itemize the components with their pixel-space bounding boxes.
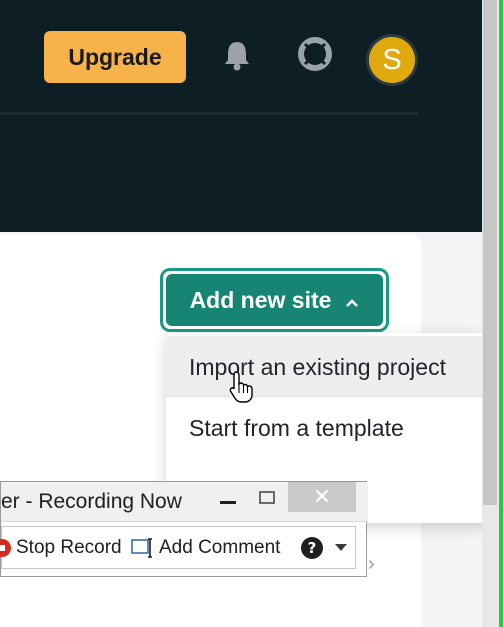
menu-divider — [166, 395, 486, 396]
add-new-site-button-inner: Add new site — [166, 274, 383, 326]
help-icon[interactable]: ? — [300, 527, 324, 568]
stop-record-label: Stop Record — [16, 536, 122, 558]
bell-icon[interactable] — [217, 36, 257, 76]
add-new-site-button[interactable]: Add new site — [160, 268, 389, 332]
lifebuoy-icon[interactable] — [295, 34, 335, 74]
svg-text:?: ? — [308, 539, 317, 557]
header-divider — [0, 112, 418, 115]
chevron-up-icon — [345, 287, 359, 314]
recorder-window: er - Recording Now ✕ Stop Record Add Com… — [0, 481, 368, 577]
menu-item-import-project[interactable]: Import an existing project — [166, 336, 486, 398]
add-new-site-label: Add new site — [189, 286, 332, 313]
top-navbar: Upgrade S — [0, 0, 482, 232]
chevron-right-icon[interactable]: › — [368, 553, 375, 576]
recorder-toolbar: Stop Record Add Comment ? — [0, 526, 356, 569]
recorder-title: er - Recording Now — [1, 490, 182, 513]
scrollbar-thumb[interactable] — [483, 0, 497, 505]
close-icon[interactable]: ✕ — [288, 482, 356, 512]
add-comment-label: Add Comment — [159, 536, 281, 558]
minimize-icon[interactable] — [217, 488, 241, 514]
hand-cursor-icon — [228, 370, 258, 409]
maximize-icon[interactable] — [256, 488, 280, 514]
add-comment-button[interactable]: Add Comment — [131, 527, 280, 568]
stop-record-button[interactable]: Stop Record — [0, 527, 122, 568]
comment-icon — [131, 537, 155, 559]
dropdown-arrow-icon[interactable] — [335, 527, 347, 568]
upgrade-button[interactable]: Upgrade — [44, 31, 186, 83]
menu-item-start-from-template[interactable]: Start from a template — [166, 397, 486, 459]
stop-record-icon — [0, 538, 12, 558]
recording-frame-border — [499, 0, 503, 627]
recorder-titlebar[interactable]: er - Recording Now ✕ — [1, 482, 368, 522]
user-avatar[interactable]: S — [366, 34, 418, 86]
